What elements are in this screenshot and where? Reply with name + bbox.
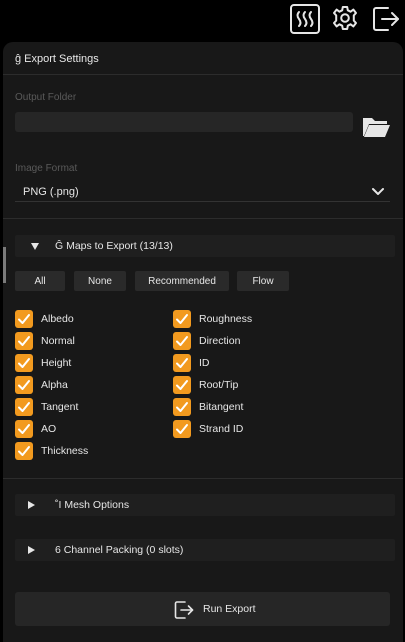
select-flow-button[interactable]: Flow — [237, 271, 289, 291]
checkmark-icon — [176, 424, 188, 434]
run-export-label: Run Export — [203, 603, 256, 615]
checkbox[interactable] — [15, 332, 33, 350]
checkbox[interactable] — [15, 310, 33, 328]
triangle-down-icon — [31, 243, 39, 250]
mesh-options-header[interactable]: ˚I Mesh Options — [15, 494, 395, 516]
map-checkbox-label: Root/Tip — [199, 379, 239, 391]
checkbox[interactable] — [173, 376, 191, 394]
checkbox[interactable] — [173, 354, 191, 372]
map-checkbox-item[interactable]: ID — [173, 354, 210, 372]
map-checkbox-label: Tangent — [41, 401, 79, 413]
checkbox[interactable] — [15, 442, 33, 460]
triangle-right-icon — [28, 546, 35, 554]
checkbox[interactable] — [15, 354, 33, 372]
output-folder-label: Output Folder — [15, 92, 77, 103]
map-checkbox-label: Direction — [199, 335, 241, 347]
channel-packing-header[interactable]: 6 Channel Packing (0 slots) — [15, 539, 395, 561]
folder-browse-button[interactable] — [361, 114, 393, 142]
map-checkbox-item[interactable]: Direction — [173, 332, 240, 350]
checkbox[interactable] — [15, 376, 33, 394]
checkmark-icon — [176, 314, 188, 324]
checkbox[interactable] — [173, 332, 191, 350]
map-checkbox-label: Alpha — [41, 379, 68, 391]
output-folder-input[interactable] — [15, 112, 353, 132]
map-checkbox-label: Bitangent — [199, 401, 244, 413]
channel-packing-title: 6 Channel Packing (0 slots) — [55, 544, 184, 556]
maps-to-export-title: Ĝ Maps to Export (13/13) — [55, 240, 173, 252]
map-checkbox-item[interactable]: Tangent — [15, 398, 78, 416]
map-checkbox-item[interactable]: Roughness — [173, 310, 252, 328]
map-checkbox-item[interactable]: Strand ID — [173, 420, 243, 438]
map-checkbox-label: ID — [199, 357, 210, 369]
checkbox[interactable] — [173, 398, 191, 416]
checkmark-icon — [18, 446, 30, 456]
image-format-label: Image Format — [15, 163, 78, 174]
select-all-button[interactable]: All — [15, 271, 65, 291]
map-checkbox-item[interactable]: Albedo — [15, 310, 74, 328]
panel-scroll-edge[interactable] — [3, 247, 6, 283]
checkbox[interactable] — [173, 420, 191, 438]
checkmark-icon — [18, 358, 30, 368]
chevron-down-icon[interactable] — [371, 185, 385, 197]
heat-waves-icon[interactable] — [290, 4, 320, 34]
map-checkbox-label: Normal — [41, 335, 75, 347]
map-checkbox-label: Strand ID — [199, 423, 244, 435]
checkbox[interactable] — [15, 420, 33, 438]
checkmark-icon — [176, 380, 188, 390]
checkmark-icon — [176, 336, 188, 346]
maps-divider — [3, 478, 403, 479]
title-divider — [3, 74, 403, 75]
map-checkbox-item[interactable]: Root/Tip — [173, 376, 238, 394]
checkmark-icon — [18, 424, 30, 434]
checkmark-icon — [18, 402, 30, 412]
triangle-right-icon — [28, 501, 35, 509]
checkmark-icon — [18, 380, 30, 390]
map-checkbox-label: Thickness — [41, 445, 89, 457]
select-recommended-button[interactable]: Recommended — [135, 271, 229, 291]
mesh-options-title: ˚I Mesh Options — [55, 499, 130, 511]
map-checkbox-item[interactable]: Normal — [15, 332, 75, 350]
run-export-button[interactable]: Run Export — [15, 592, 390, 626]
map-checkbox-item[interactable]: Thickness — [15, 442, 88, 460]
map-checkbox-item[interactable]: Alpha — [15, 376, 68, 394]
image-format-underline — [15, 201, 390, 202]
checkbox[interactable] — [15, 398, 33, 416]
top-toolbar — [0, 0, 405, 38]
panel-title: ĝ Export Settings — [15, 53, 99, 65]
export-settings-panel: ĝ Export Settings Output Folder Image Fo… — [3, 42, 403, 642]
folder-icon — [363, 118, 390, 137]
checkmark-icon — [176, 358, 188, 368]
gear-icon[interactable] — [331, 4, 361, 34]
map-checkbox-item[interactable]: Bitangent — [173, 398, 243, 416]
checkbox[interactable] — [173, 310, 191, 328]
export-icon — [174, 601, 194, 619]
map-checkbox-item[interactable]: AO — [15, 420, 56, 438]
map-checkbox-label: Height — [41, 357, 72, 369]
map-checkbox-label: Albedo — [41, 313, 74, 325]
checkmark-icon — [176, 402, 188, 412]
maps-to-export-header[interactable]: Ĝ Maps to Export (13/13) — [15, 235, 395, 257]
format-divider — [3, 218, 403, 219]
map-checkbox-label: AO — [41, 423, 57, 435]
image-format-select[interactable]: PNG (.png) — [23, 186, 79, 198]
checkmark-icon — [18, 314, 30, 324]
checkmark-icon — [18, 336, 30, 346]
map-checkbox-item[interactable]: Height — [15, 354, 71, 372]
map-checkbox-label: Roughness — [199, 313, 253, 325]
export-exit-icon[interactable] — [371, 4, 401, 34]
select-none-button[interactable]: None — [74, 271, 126, 291]
